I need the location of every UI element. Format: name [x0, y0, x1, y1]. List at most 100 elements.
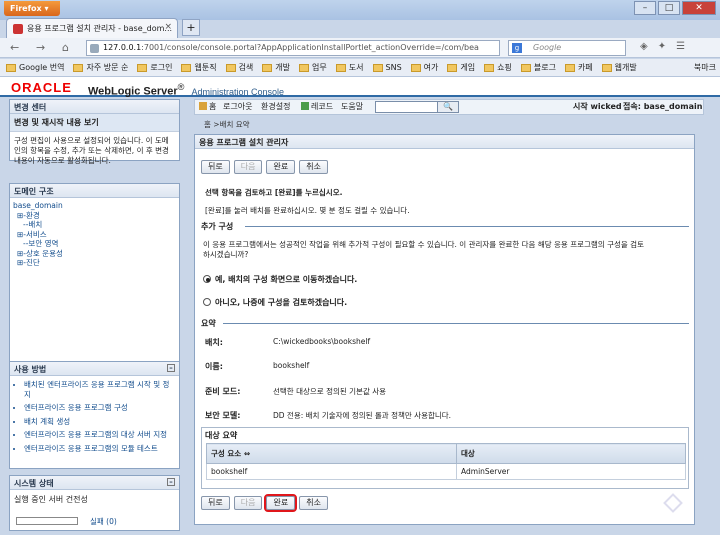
- next-button[interactable]: 다음: [233, 160, 263, 174]
- finish-button[interactable]: 완료: [266, 160, 296, 174]
- table-row: bookshelf AdminServer: [206, 463, 686, 480]
- radio-button-selected: [203, 275, 211, 283]
- panel-title: 시스템 상태 –: [10, 476, 179, 490]
- browser-tab[interactable]: 응용 프로그램 설치 관리자 - base_dom... ×: [6, 18, 178, 38]
- close-window-button[interactable]: ✕: [682, 1, 716, 15]
- bookmark-item[interactable]: 웹개발: [601, 59, 637, 76]
- cancel-button[interactable]: 취소: [299, 496, 328, 510]
- change-center-panel: 변경 센터 변경 및 재시작 내용 보기 구성 편집이 사용으로 설정되어 있습…: [9, 99, 180, 165]
- product-name: WebLogic Server® Administration Console: [88, 82, 285, 98]
- bookmark-item[interactable]: 개발: [262, 59, 290, 76]
- tab-title: 응용 프로그램 설치 관리자 - base_dom...: [27, 24, 173, 33]
- url-bar[interactable]: 127.0.0.1:7001/console/console.portal?Ap…: [86, 40, 500, 56]
- bookmark-item[interactable]: 자주 방문 순: [73, 59, 128, 76]
- breadcrumb[interactable]: 홈 >배치 요약: [204, 119, 250, 130]
- tree-node-interoperability[interactable]: ⊞-상호 운용성: [13, 249, 176, 259]
- system-status-panel: 시스템 상태 – 실행 중인 서버 건전성 실패 (0): [9, 475, 180, 531]
- close-tab-icon[interactable]: ×: [164, 22, 172, 32]
- panel-title: 변경 센터: [10, 100, 179, 114]
- health-bar: [16, 517, 78, 525]
- view-changes-link[interactable]: 변경 및 재시작 내용 보기: [10, 114, 179, 132]
- bookmark-item[interactable]: 여가: [410, 59, 438, 76]
- help-link[interactable]: 도움말: [341, 100, 363, 114]
- bookmark-item[interactable]: 검색: [225, 59, 253, 76]
- how-do-i-list: 배치된 엔터프라이즈 응용 프로그램 시작 및 정지 엔터프라이즈 응용 프로그…: [10, 376, 179, 461]
- how-do-i-link[interactable]: 엔터프라이즈 응용 프로그램 구성: [24, 403, 175, 413]
- domain-tree: base_domain ⊞-환경 --배치 ⊞-서비스 --보안 영역 ⊞-상호…: [10, 198, 179, 271]
- summary-value: 선택한 대상으로 정의된 기본값 사용: [273, 387, 387, 396]
- resize-icon: [663, 493, 683, 513]
- logout-link[interactable]: 로그아웃: [223, 100, 252, 114]
- page-title: 응용 프로그램 설치 관리자: [195, 135, 694, 149]
- bookmark-item[interactable]: 게임: [447, 59, 475, 76]
- how-do-i-link[interactable]: 엔터프라이즈 응용 프로그램의 모듈 테스트: [24, 444, 175, 454]
- tree-root[interactable]: base_domain: [13, 201, 176, 211]
- preferences-link[interactable]: 환경설정: [261, 100, 290, 114]
- search-button[interactable]: 🔍: [437, 101, 459, 113]
- how-do-i-link[interactable]: 배치 계획 생성: [24, 417, 175, 427]
- radio-yes[interactable]: 예, 배치의 구성 화면으로 이동하겠습니다.: [203, 274, 357, 285]
- back-arrow-icon[interactable]: ←: [10, 41, 19, 54]
- menu-icon[interactable]: ☰: [676, 41, 685, 52]
- home-icon[interactable]: ⌂: [62, 41, 69, 54]
- home-link[interactable]: 홈: [199, 100, 216, 114]
- connected-domain: 접속: base_domain: [623, 102, 703, 111]
- how-do-i-link[interactable]: 배치된 엔터프라이즈 응용 프로그램 시작 및 정지: [24, 380, 175, 399]
- collapse-icon[interactable]: –: [167, 364, 175, 372]
- target-summary-title: 대상 요약: [205, 431, 238, 440]
- radio-button: [203, 298, 211, 306]
- oracle-logo: ORACLE: [11, 80, 72, 95]
- tools-icon[interactable]: ✦: [658, 41, 666, 52]
- how-do-i-link[interactable]: 엔터프라이즈 응용 프로그램의 대상 서버 지정: [24, 430, 175, 440]
- tree-node-services[interactable]: ⊞-서비스: [13, 230, 176, 240]
- window-controls: – □ ✕: [634, 1, 716, 15]
- bookmark-item[interactable]: SNS: [372, 59, 402, 76]
- bookmark-item[interactable]: 업무: [299, 59, 327, 76]
- summary-key: 배치:: [205, 338, 223, 347]
- record-link[interactable]: 레코드: [301, 100, 333, 114]
- bottom-button-row: 뒤로 다음 완료 취소: [201, 494, 328, 512]
- tab-bar: 응용 프로그램 설치 관리자 - base_dom... × +: [0, 16, 720, 38]
- google-icon: g: [512, 43, 522, 53]
- bookmark-item[interactable]: 도서: [335, 59, 364, 76]
- target-summary: 대상 요약 구성 요소 ⇔ 대상 bookshelf AdminServer: [201, 427, 689, 489]
- tree-node-environment[interactable]: ⊞-환경: [13, 211, 176, 221]
- summary-value: C:\wickedbooks\bookshelf: [273, 337, 371, 346]
- bookmark-item[interactable]: 쇼핑: [484, 59, 512, 76]
- maximize-button[interactable]: □: [658, 1, 680, 15]
- new-tab-button[interactable]: +: [182, 19, 200, 36]
- minimize-button[interactable]: –: [634, 1, 656, 15]
- bookmark-item[interactable]: 로그인: [137, 59, 172, 76]
- next-button[interactable]: 다음: [233, 496, 263, 510]
- bookmark-item[interactable]: 블로그: [520, 59, 556, 76]
- extra-config-section: 추가 구성: [201, 221, 689, 232]
- forward-arrow-icon[interactable]: →: [36, 41, 45, 54]
- back-button[interactable]: 뒤로: [201, 496, 230, 510]
- firefox-menu-button[interactable]: Firefox ▾: [4, 1, 60, 16]
- collapse-icon[interactable]: –: [167, 478, 175, 486]
- failed-count-link[interactable]: 실패 (0): [90, 516, 117, 527]
- column-header-component[interactable]: 구성 요소 ⇔: [206, 443, 457, 464]
- favicon-icon: [13, 24, 23, 34]
- radio-no[interactable]: 아니오, 나중에 구성을 검토하겠습니다.: [203, 297, 347, 308]
- bookmarks-menu[interactable]: 북마크: [694, 62, 716, 73]
- intro-text: 선택 항목을 검토하고 [완료]를 누르십시오.: [205, 188, 343, 197]
- tree-node-security-realms[interactable]: --보안 영역: [13, 239, 176, 249]
- toolbar-addons: ◈ ✦ ☰: [640, 41, 685, 52]
- summary-value: bookshelf: [273, 361, 310, 370]
- top-button-row: 뒤로 다음 완료 취소: [201, 160, 328, 174]
- bookmark-item[interactable]: 웹툰직: [181, 59, 217, 76]
- finish-button-highlighted[interactable]: 완료: [264, 494, 298, 512]
- back-button[interactable]: 뒤로: [201, 160, 230, 174]
- bookmark-item[interactable]: 카페: [564, 59, 593, 76]
- addon-icon[interactable]: ◈: [640, 41, 648, 52]
- tree-node-diagnostics[interactable]: ⊞-진단: [13, 258, 176, 268]
- bookmarks-toolbar: Google 번역 자주 방문 순 로그인 웹툰직 검색 개발 업무 도서 SN…: [0, 59, 720, 77]
- search-bar[interactable]: g Google: [508, 40, 626, 56]
- console-search-input[interactable]: [375, 101, 441, 113]
- cancel-button[interactable]: 취소: [299, 160, 328, 174]
- navigation-toolbar: ← → ⌂ 127.0.0.1:7001/console/console.por…: [0, 38, 720, 58]
- bookmark-item[interactable]: Google 번역: [6, 59, 64, 76]
- console-toolbar: 홈 로그아웃 환경설정 레코드 도움말 🔍 시작 wicked 접속: base…: [194, 99, 704, 115]
- tree-node-deployments[interactable]: --배치: [13, 220, 176, 230]
